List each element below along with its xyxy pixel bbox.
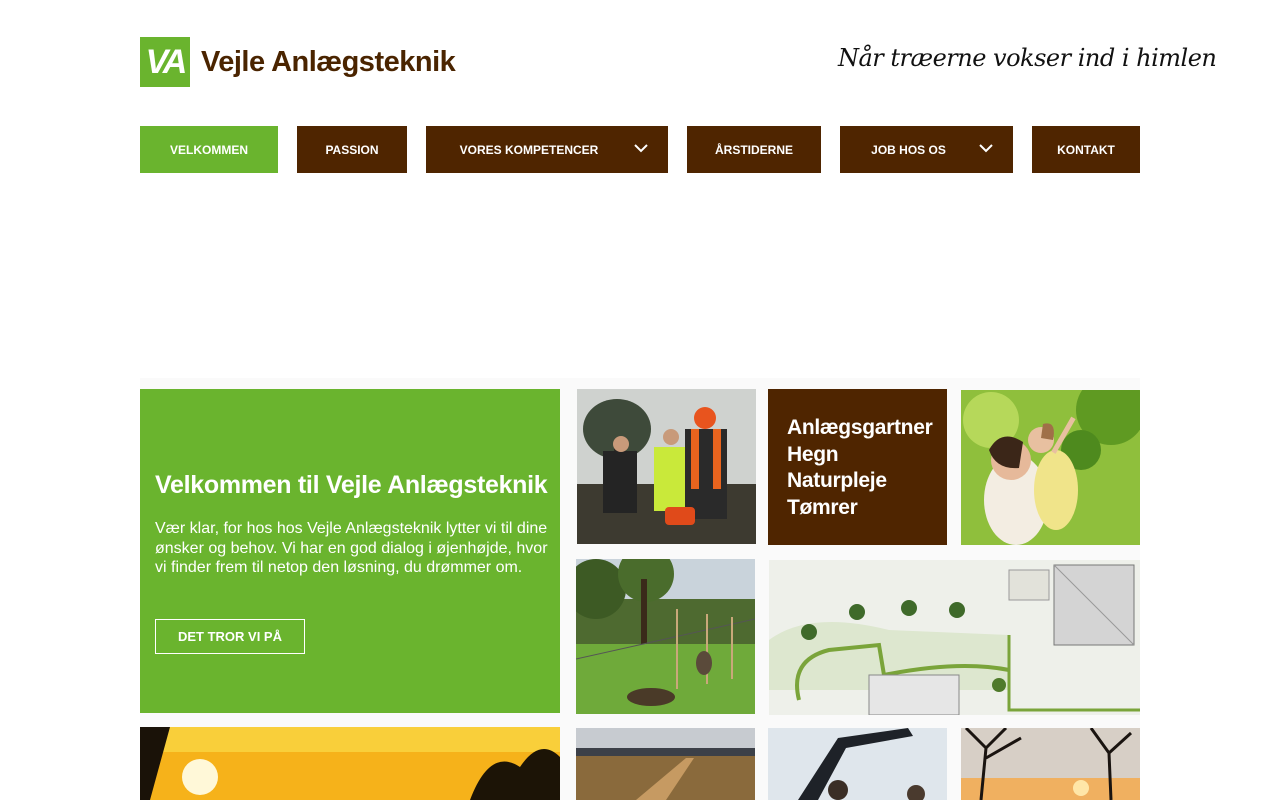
- nav-item-passion[interactable]: PASSION: [297, 126, 407, 173]
- welcome-text: Vær klar, for hos hos Vejle Anlægsteknik…: [155, 520, 548, 576]
- photo-excavator[interactable]: [768, 728, 947, 800]
- service-anlaegsgartner: Anlægsgartner: [787, 416, 933, 439]
- nav-item-kontakt[interactable]: KONTAKT: [1032, 126, 1140, 173]
- photo-sunset[interactable]: [140, 727, 560, 800]
- det-tror-vi-pa-button[interactable]: DET TROR VI PÅ: [155, 619, 305, 654]
- nav-item-label: VELKOMMEN: [170, 142, 248, 157]
- logo-link[interactable]: VA Vejle Anlægsteknik: [140, 37, 456, 87]
- services-box[interactable]: Anlægsgartner Hegn Naturpleje Tømrer: [768, 389, 947, 545]
- photo-fence-field[interactable]: [576, 559, 755, 714]
- logo-mark: VA: [140, 37, 190, 87]
- logo-text: Vejle Anlægsteknik: [201, 45, 456, 78]
- nav-item-arstiderne[interactable]: ÅRSTIDERNE: [687, 126, 821, 173]
- nav-item-velkommen[interactable]: VELKOMMEN: [140, 126, 278, 173]
- nav-item-label: VORES KOMPETENCER: [459, 142, 599, 157]
- photo-boardwalk[interactable]: [576, 728, 755, 800]
- nav-item-vores-kompetencer[interactable]: VORES KOMPETENCER: [426, 126, 668, 173]
- photo-forest-workers[interactable]: [577, 389, 756, 544]
- service-hegn: Hegn: [787, 442, 839, 466]
- main-nav: VELKOMMEN PASSION VORES KOMPETENCER ÅRST…: [140, 126, 1140, 173]
- photo-mother-child[interactable]: [961, 390, 1140, 545]
- service-tomrer: Tømrer: [787, 495, 858, 519]
- nav-item-label: PASSION: [325, 142, 379, 157]
- chevron-down-icon: [634, 144, 648, 153]
- nav-item-job-hos-os[interactable]: JOB HOS OS: [840, 126, 1013, 173]
- photo-garden-plan[interactable]: [769, 560, 1140, 715]
- tagline: Når træerne vokser ind i himlen: [838, 44, 1217, 72]
- photo-tree-sunset[interactable]: [961, 728, 1140, 800]
- service-naturpleje: Naturpleje: [787, 469, 887, 492]
- welcome-title: Velkommen til Vejle Anlægsteknik: [155, 471, 548, 499]
- chevron-down-icon: [979, 144, 993, 153]
- nav-item-label: KONTAKT: [1057, 142, 1115, 157]
- nav-item-label: JOB HOS OS: [871, 142, 946, 157]
- nav-item-label: ÅRSTIDERNE: [714, 142, 793, 157]
- welcome-box: Velkommen til Vejle Anlægsteknik Vær kla…: [140, 389, 560, 713]
